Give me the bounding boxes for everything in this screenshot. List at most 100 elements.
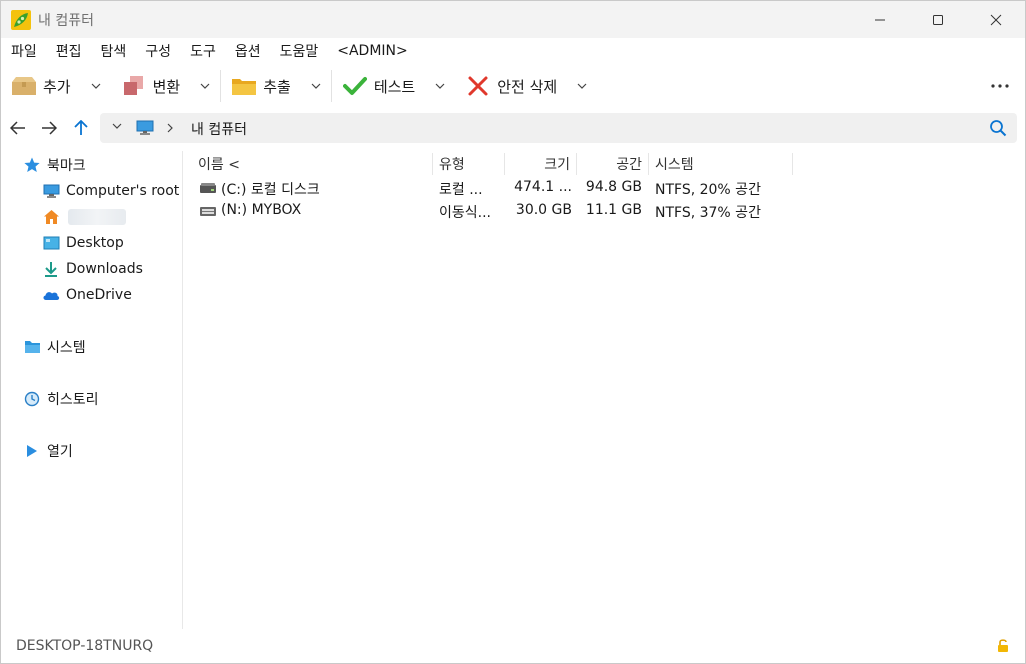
column-divider[interactable] xyxy=(504,153,505,175)
cell-type: 로컬 ... xyxy=(439,182,483,198)
checkmark-icon xyxy=(342,75,368,97)
arrow-up-icon xyxy=(74,120,88,135)
chevron-down-icon[interactable] xyxy=(112,123,122,129)
test-button[interactable]: 테스트 xyxy=(332,68,455,104)
chevron-right-icon xyxy=(167,123,173,133)
menu-file[interactable]: 파일 xyxy=(11,41,37,61)
close-button[interactable] xyxy=(967,1,1025,38)
menu-bar: 파일 편집 탐색 구성 도구 옵션 도움말 <ADMIN> xyxy=(1,38,1025,64)
cell-size: 474.1 ... xyxy=(514,179,572,195)
sidebar-item-label: OneDrive xyxy=(66,287,132,303)
column-divider[interactable] xyxy=(432,153,433,175)
sidebar-history[interactable]: 히스토리 xyxy=(23,388,99,410)
sidebar-item-desktop[interactable]: Desktop xyxy=(42,232,124,254)
menu-admin[interactable]: <ADMIN> xyxy=(337,43,408,59)
add-button[interactable]: 추가 xyxy=(1,68,111,104)
menu-options[interactable]: 옵션 xyxy=(235,41,261,61)
cell-type: 이동식... xyxy=(439,205,491,221)
sidebar-system[interactable]: 시스템 xyxy=(23,336,86,358)
window-title: 내 컴퓨터 xyxy=(38,12,94,29)
menu-edit[interactable]: 편집 xyxy=(56,41,82,61)
sidebar-item-label: Desktop xyxy=(66,235,124,251)
cell-system: NTFS, 20% 공간 xyxy=(655,182,761,198)
menu-organize[interactable]: 구성 xyxy=(145,41,171,61)
title-bar[interactable]: 내 컴퓨터 xyxy=(1,1,1025,38)
forward-button[interactable] xyxy=(38,117,60,139)
desktop-icon xyxy=(42,234,60,252)
download-icon xyxy=(42,260,60,278)
table-row[interactable]: (N:) MYBOX 이동식... 30.0 GB 11.1 GB NTFS, … xyxy=(191,200,1021,222)
computer-name: DESKTOP-18TNURQ xyxy=(16,638,154,654)
blurred-username xyxy=(68,209,126,225)
menu-navigate[interactable]: 탐색 xyxy=(101,41,127,61)
extract-button[interactable]: 추출 xyxy=(221,68,331,104)
back-button[interactable] xyxy=(7,117,29,139)
maximize-button[interactable] xyxy=(909,1,967,38)
sidebar-open[interactable]: 열기 xyxy=(23,440,73,462)
column-header-system[interactable]: 시스템 xyxy=(655,151,694,177)
sidebar-bookmarks[interactable]: 북마크 xyxy=(23,154,86,176)
home-icon xyxy=(42,208,60,226)
menu-tools[interactable]: 도구 xyxy=(190,41,216,61)
app-window: 내 컴퓨터 파일 편집 탐색 구성 도구 옵션 도움말 <ADMIN> 추가 변… xyxy=(0,0,1026,664)
sidebar-label: 시스템 xyxy=(47,340,86,356)
extract-label: 추출 xyxy=(263,77,291,96)
maximize-icon xyxy=(933,14,943,25)
arrow-right-icon xyxy=(42,121,57,135)
history-icon xyxy=(23,390,41,408)
arrow-left-icon xyxy=(10,121,25,135)
sidebar-divider xyxy=(182,151,183,629)
chevron-down-icon[interactable] xyxy=(435,81,445,91)
sidebar-item-downloads[interactable]: Downloads xyxy=(42,258,143,280)
star-icon xyxy=(23,156,41,174)
cell-free: 11.1 GB xyxy=(585,202,642,218)
box-icon xyxy=(11,75,37,97)
sidebar-item-home[interactable] xyxy=(42,206,126,228)
menu-help[interactable]: 도움말 xyxy=(280,41,319,61)
sidebar: 북마크 Computer's root Desktop Downloads On… xyxy=(1,151,182,629)
column-divider[interactable] xyxy=(792,153,793,175)
convert-button[interactable]: 변환 xyxy=(111,68,221,104)
column-header-size[interactable]: 크기 xyxy=(511,151,570,177)
secure-delete-label: 안전 삭제 xyxy=(497,77,558,96)
column-divider[interactable] xyxy=(576,153,577,175)
cell-name: (C:) 로컬 디스크 xyxy=(221,182,320,198)
lock-icon[interactable] xyxy=(997,638,1009,653)
column-divider[interactable] xyxy=(648,153,649,175)
drive-icon xyxy=(200,183,216,193)
sidebar-item-computer-root[interactable]: Computer's root xyxy=(42,180,179,202)
close-icon xyxy=(990,14,1002,25)
column-header-name[interactable]: 이름 < xyxy=(198,151,240,177)
search-icon[interactable] xyxy=(989,119,1007,137)
sidebar-item-onedrive[interactable]: OneDrive xyxy=(42,284,132,306)
test-label: 테스트 xyxy=(373,77,416,96)
navigation-bar: 내 컴퓨터 xyxy=(1,111,1025,145)
secure-delete-button[interactable]: 안전 삭제 xyxy=(455,68,597,104)
cloud-icon xyxy=(42,286,60,304)
delete-x-icon xyxy=(465,75,491,97)
up-button[interactable] xyxy=(70,117,92,139)
sidebar-label: 히스토리 xyxy=(47,392,99,408)
sidebar-item-label: Downloads xyxy=(66,261,143,277)
app-logo-icon xyxy=(11,9,31,30)
chevron-down-icon[interactable] xyxy=(311,81,321,91)
column-header-free[interactable]: 공간 xyxy=(583,151,642,177)
address-path[interactable]: 내 컴퓨터 xyxy=(191,119,247,139)
computer-icon xyxy=(136,120,154,135)
chevron-down-icon[interactable] xyxy=(577,81,587,91)
add-label: 추가 xyxy=(43,77,71,96)
address-bar[interactable]: 내 컴퓨터 xyxy=(100,113,1017,143)
chevron-down-icon[interactable] xyxy=(91,81,101,91)
table-row[interactable]: (C:) 로컬 디스크 로컬 ... 474.1 ... 94.8 GB NTF… xyxy=(191,177,1021,199)
sidebar-label: 열기 xyxy=(47,444,73,460)
play-icon xyxy=(23,442,41,460)
more-options-button[interactable] xyxy=(989,76,1011,96)
convert-label: 변환 xyxy=(152,77,181,96)
minimize-button[interactable] xyxy=(851,1,909,38)
folder-icon xyxy=(23,338,41,356)
status-bar: DESKTOP-18TNURQ xyxy=(1,629,1025,663)
removable-drive-icon xyxy=(200,207,216,216)
column-header-type[interactable]: 유형 xyxy=(439,151,465,177)
cell-free: 94.8 GB xyxy=(585,179,642,195)
chevron-down-icon[interactable] xyxy=(200,81,210,91)
